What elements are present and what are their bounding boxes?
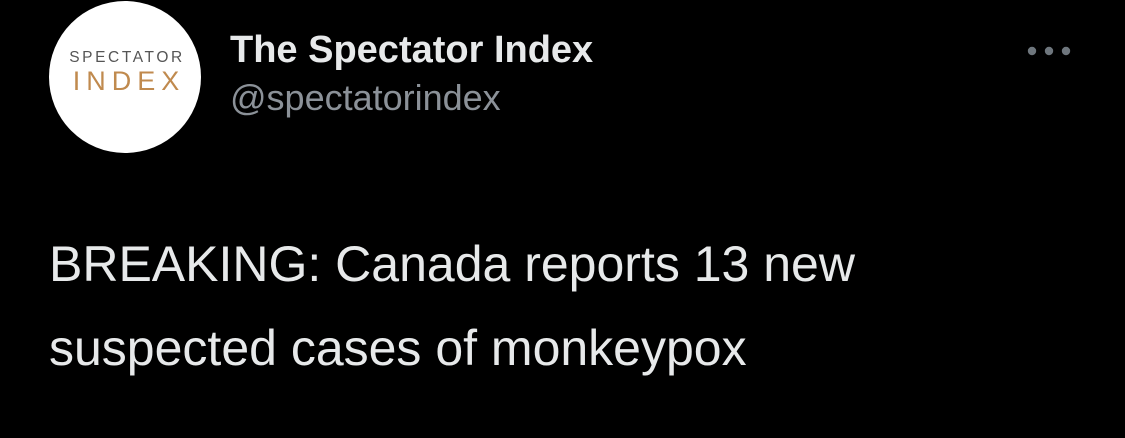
user-handle[interactable]: @spectatorindex: [230, 76, 593, 120]
user-info: The Spectator Index @spectatorindex: [230, 28, 593, 120]
more-horizontal-icon: [1024, 45, 1074, 57]
spectator-index-logo: SPECTATOR INDEX: [49, 1, 201, 153]
avatar[interactable]: SPECTATOR INDEX: [49, 1, 201, 153]
tweet-text: BREAKING: Canada reports 13 new suspecte…: [49, 236, 855, 376]
display-name[interactable]: The Spectator Index: [230, 28, 593, 72]
logo-line-spectator: SPECTATOR: [69, 49, 185, 66]
tweet-card: SPECTATOR INDEX The Spectator Index @spe…: [0, 0, 1125, 438]
logo-line-index: INDEX: [72, 66, 186, 96]
more-options-button[interactable]: [1019, 36, 1079, 66]
